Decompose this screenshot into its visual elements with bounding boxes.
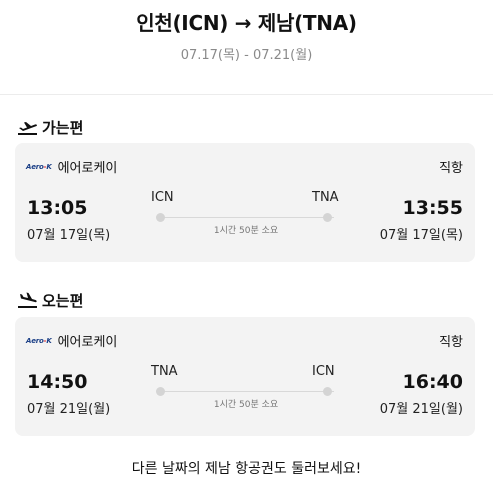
departure-airport-code: TNA xyxy=(151,364,178,379)
travel-dates: 07.17(목) - 07.21(월) xyxy=(180,48,313,63)
arrival-date: 07월 17일(목) xyxy=(379,228,463,243)
page-header: 인천(ICN) → 제남(TNA) 07.17(목) - 07.21(월) xyxy=(0,0,493,95)
departure-time: 13:05 xyxy=(27,197,88,219)
arrival-dot xyxy=(323,213,332,222)
route-line xyxy=(158,217,334,218)
route-line xyxy=(158,391,334,392)
departure-dot xyxy=(156,213,165,222)
flight-duration: 1시간 50분 소요 xyxy=(213,400,279,410)
airline-logo: Aero-K xyxy=(26,162,52,171)
plane-takeoff-icon xyxy=(18,122,37,135)
inbound-flight-card[interactable]: Aero-K 에어로케이 직항 14:50 07월 21일(월) TNA ICN… xyxy=(15,317,475,436)
arrival-airport-code: ICN xyxy=(312,364,335,379)
departure-dot xyxy=(156,387,165,396)
route-title: 인천(ICN) → 제남(TNA) xyxy=(136,11,357,35)
arrival-time: 16:40 xyxy=(402,371,463,393)
outbound-section-title: 가는편 xyxy=(18,117,83,137)
departure-date: 07월 21일(월) xyxy=(27,402,111,417)
arrival-date: 07월 21일(월) xyxy=(379,402,463,417)
arrival-dot xyxy=(323,387,332,396)
outbound-label: 가는편 xyxy=(42,118,84,137)
departure-airport-code: ICN xyxy=(151,190,174,205)
browse-other-dates-link[interactable]: 다른 날짜의 제남 항공권도 둘러보세요! xyxy=(0,458,493,478)
flight-type: 직항 xyxy=(439,161,463,176)
airline-name: 에어로케이 xyxy=(57,335,118,350)
airline-name: 에어로케이 xyxy=(57,161,118,176)
flight-type: 직항 xyxy=(439,335,463,350)
flight-duration: 1시간 50분 소요 xyxy=(213,226,279,236)
airline-info: Aero-K 에어로케이 xyxy=(26,157,117,176)
departure-time: 14:50 xyxy=(27,371,88,393)
airline-info: Aero-K 에어로케이 xyxy=(26,331,117,350)
inbound-section-title: 오는편 xyxy=(18,290,83,310)
departure-date: 07월 17일(목) xyxy=(27,228,111,243)
arrival-airport-code: TNA xyxy=(312,190,339,205)
airline-logo: Aero-K xyxy=(26,336,52,345)
arrival-time: 13:55 xyxy=(402,197,463,219)
plane-landing-icon xyxy=(18,292,37,308)
inbound-label: 오는편 xyxy=(42,291,84,310)
outbound-flight-card[interactable]: Aero-K 에어로케이 직항 13:05 07월 17일(목) ICN TNA… xyxy=(15,143,475,262)
